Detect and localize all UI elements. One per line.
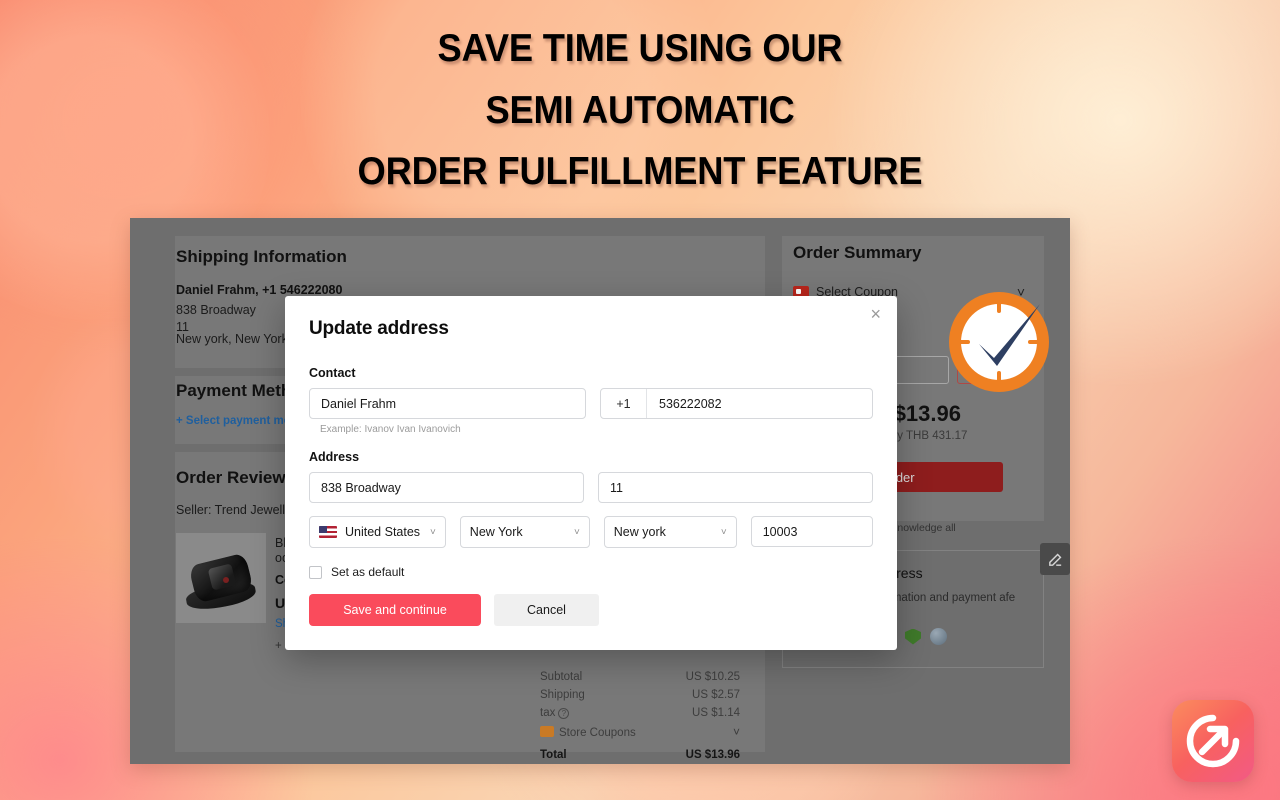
product-extra-link[interactable]: + [275, 640, 282, 652]
totals-row-shipping: Shipping US $2.57 [540, 686, 740, 704]
set-as-default-row[interactable]: Set as default [309, 565, 873, 579]
subtotal-label: Subtotal [540, 671, 583, 683]
product-thumbnail [176, 533, 266, 623]
zip-input[interactable]: 10003 [750, 516, 873, 547]
order-review-seller: Seller: Trend Jewellery [176, 503, 303, 517]
total-label: Total [540, 749, 567, 761]
headline-line-1: SAVE TIME USING OUR [437, 27, 843, 70]
order-totals: Subtotal US $10.25 Shipping US $2.57 tax… [540, 668, 740, 764]
shipping-information-title: Shipping Information [176, 247, 347, 266]
tax-value: US $1.14 [692, 707, 740, 719]
street-input[interactable]: 838 Broadway [309, 472, 584, 503]
headline-line-2: SEMI AUTOMATIC [485, 88, 795, 132]
address-row-1: 838 Broadway 11 [309, 472, 873, 503]
watch-indicator-dot [223, 577, 229, 583]
totals-row-tax: tax? US $1.14 [540, 704, 740, 722]
shipping-value: US $2.57 [692, 689, 740, 701]
shipping-label: Shipping [540, 689, 585, 701]
totals-row-subtotal: Subtotal US $10.25 [540, 668, 740, 686]
chevron-down-icon: ˅ [573, 526, 580, 538]
coupon-icon [540, 725, 554, 737]
set-as-default-label: Set as default [331, 565, 405, 579]
modal-actions: Save and continue Cancel [309, 594, 873, 626]
tax-label-group: tax? [540, 707, 570, 719]
shipping-address-line1: 838 Broadway [176, 303, 256, 317]
set-as-default-checkbox[interactable] [309, 565, 322, 579]
tax-label: tax [540, 707, 556, 719]
totals-row-total: Total US $13.96 [540, 742, 740, 764]
store-coupons-label: Store Coupons [559, 726, 636, 739]
chevron-down-icon[interactable]: ˅ [733, 725, 740, 739]
total-value: US $13.96 [685, 749, 740, 761]
clock-check-illustration [945, 288, 1053, 396]
chevron-down-icon: ˅ [720, 526, 727, 538]
subtotal-value: US $10.25 [685, 671, 740, 683]
headline-line-3: ORDER FULFILLMENT FEATURE [357, 150, 923, 194]
contact-row: Daniel Frahm Example: Ivanov Ivan Ivanov… [309, 388, 873, 435]
cancel-button[interactable]: Cancel [494, 594, 599, 626]
contact-section-label: Contact [309, 366, 356, 380]
apartment-input[interactable]: 11 [598, 472, 873, 503]
shield-icon [905, 628, 921, 645]
order-review-title: Order Review [176, 468, 286, 487]
state-value: New York [469, 525, 523, 539]
order-summary-title: Order Summary [793, 243, 922, 262]
phone-number-input[interactable]: 536222082 [647, 397, 872, 411]
address-row-2: United States ˅ New York ˅ New york ˅ 10… [309, 516, 873, 548]
phone-input-group[interactable]: +1 536222082 [600, 388, 873, 419]
coupon-code-input[interactable] [893, 356, 949, 384]
update-address-modal: Update address × Contact Daniel Frahm Ex… [285, 296, 897, 650]
city-select[interactable]: New york ˅ [603, 516, 737, 548]
promo-headline: SAVE TIME USING OUR SEMI AUTOMATIC ORDER… [0, 18, 1280, 203]
chevron-down-icon: ˅ [429, 526, 436, 538]
name-field-wrap: Daniel Frahm Example: Ivanov Ivan Ivanov… [309, 388, 586, 435]
phone-country-code[interactable]: +1 [601, 389, 647, 418]
store-coupons-group: Store Coupons [540, 725, 636, 739]
pencil-icon [1048, 553, 1061, 566]
help-icon[interactable]: ? [558, 708, 570, 719]
totals-row-store-coupons[interactable]: Store Coupons ˅ [540, 722, 740, 742]
shipping-name-phone: Daniel Frahm, +1 546222080 [176, 283, 343, 297]
close-icon[interactable]: × [870, 305, 881, 323]
us-flag-icon [319, 526, 337, 538]
name-input[interactable]: Daniel Frahm [309, 388, 586, 419]
arrow-circle-logo-icon [1186, 714, 1240, 768]
country-value: United States [345, 525, 421, 539]
app-logo-badge[interactable] [1172, 700, 1254, 782]
address-section-label: Address [309, 450, 360, 464]
name-hint: Example: Ivanov Ivan Ivanovich [320, 424, 461, 435]
city-value: New york [613, 525, 666, 539]
save-and-continue-button[interactable]: Save and continue [309, 594, 481, 626]
country-select[interactable]: United States ˅ [309, 516, 446, 548]
globe-icon [930, 628, 947, 645]
modal-title: Update address [309, 318, 449, 339]
clock-icon [949, 292, 1049, 392]
edit-button[interactable] [1040, 543, 1070, 575]
state-select[interactable]: New York ˅ [459, 516, 590, 548]
